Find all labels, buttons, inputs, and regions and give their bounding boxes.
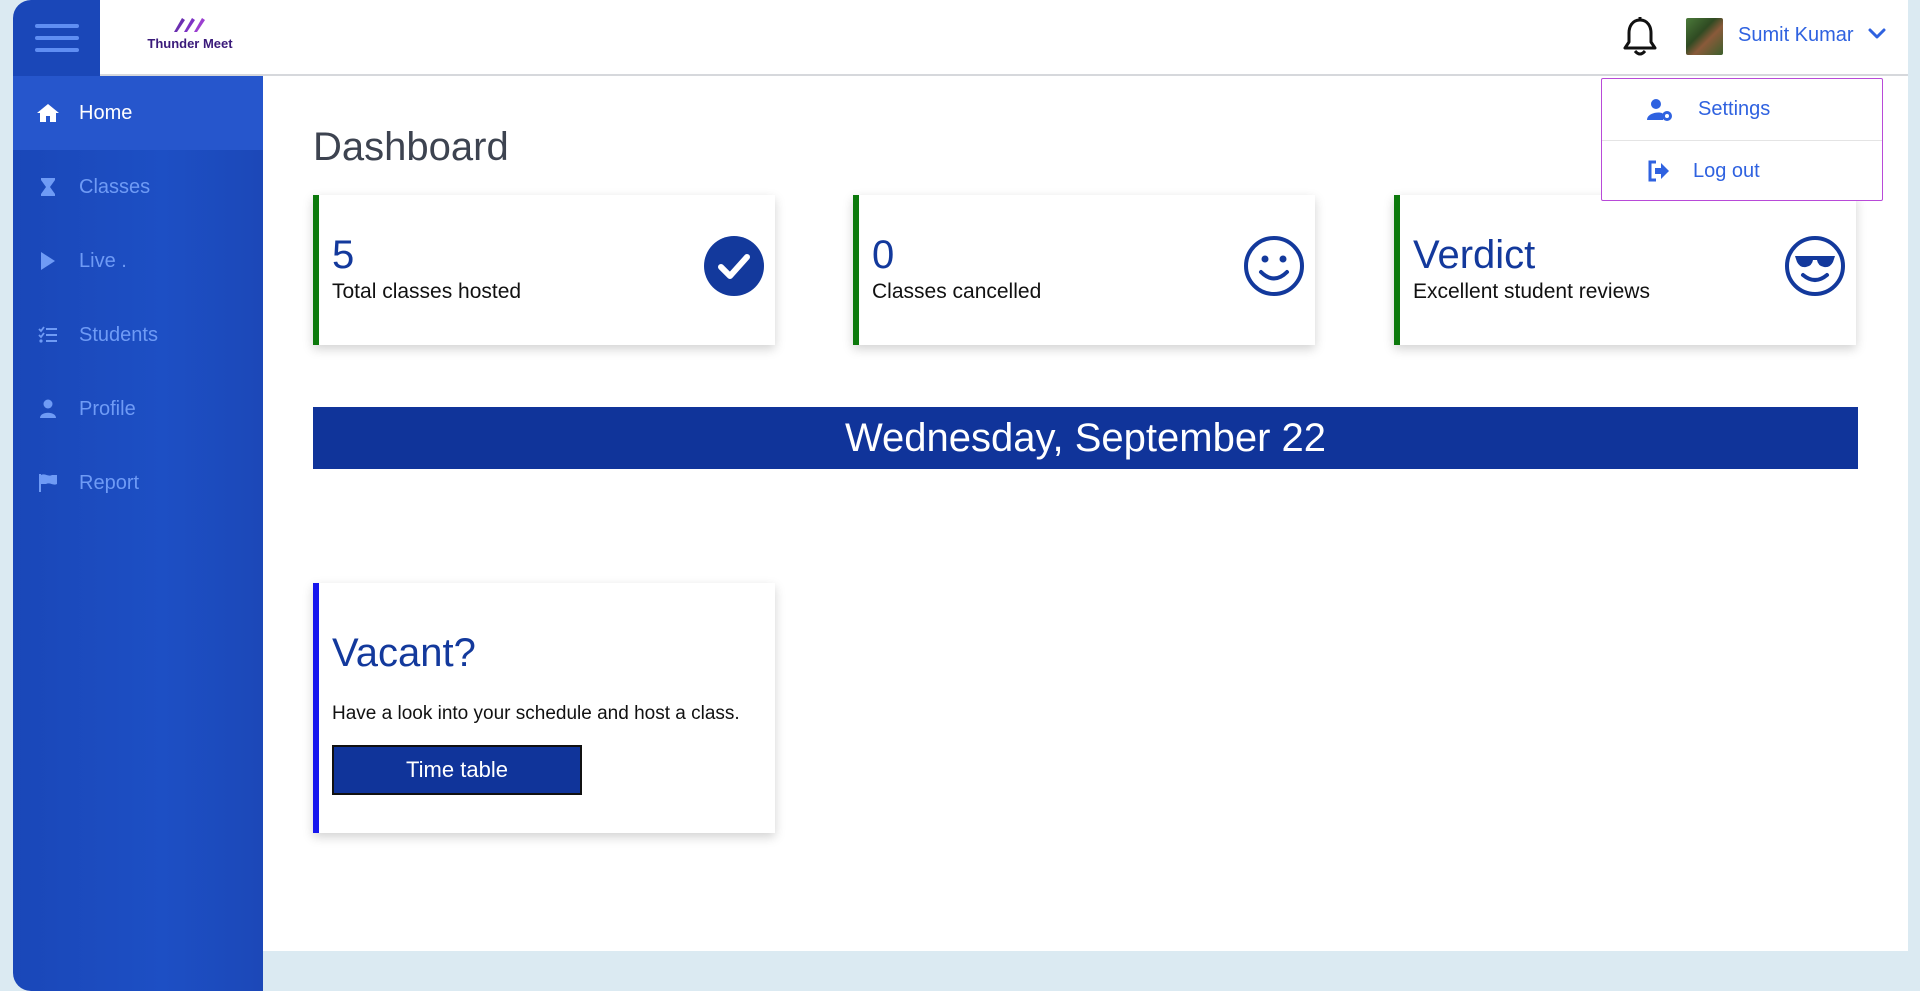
menu-line [34,48,79,52]
stat-value: Verdict [1413,233,1536,277]
main-content: Dashboard 5 Total classes hosted 0 Class… [263,76,1908,951]
sidebar-item-home[interactable]: Home [13,76,263,150]
user-name[interactable]: Sumit Kumar [1738,24,1854,47]
check-circle-icon [703,235,765,297]
dropdown-item-label: Log out [1693,159,1760,182]
sidebar-item-label: Home [79,101,133,124]
home-icon [35,102,61,124]
sidebar-item-classes[interactable]: Classes [13,150,263,224]
avatar[interactable] [1686,18,1723,55]
sidebar-item-label: Report [79,471,140,494]
user-dropdown-menu: Settings Log out [1601,78,1883,201]
user-icon [35,398,61,420]
stat-card-verdict: Verdict Excellent student reviews [1394,195,1856,345]
app-window: Thunder Meet Sumit Kumar Home Classes Li… [13,0,1908,991]
vacant-title: Vacant? [332,631,476,675]
sidebar-item-students[interactable]: Students [13,298,263,372]
sidebar-item-label: Students [79,323,158,346]
list-check-icon [35,324,61,346]
logo-text: Thunder Meet [147,36,233,51]
stat-value: 0 [872,233,895,277]
sidebar: Home Classes Live . Students Profile Rep… [13,76,263,991]
sidebar-item-label: Classes [79,175,151,198]
menu-line [34,24,79,28]
stat-label: Total classes hosted [332,280,522,303]
sidebar-item-label: Live . [79,249,127,272]
menu-line [34,36,79,40]
hamburger-menu-button[interactable] [13,0,100,76]
time-table-button[interactable]: Time table [332,745,582,795]
bell-icon[interactable] [1621,16,1659,58]
smile-sunglasses-icon [1784,235,1846,297]
chevron-down-icon[interactable] [1867,26,1887,42]
stat-label: Classes cancelled [872,280,1042,303]
page-title: Dashboard [313,125,509,169]
smile-icon [1243,235,1305,297]
sidebar-item-label: Profile [79,397,136,420]
stat-label: Excellent student reviews [1413,280,1650,303]
sidebar-item-report[interactable]: Report [13,446,263,520]
dropdown-item-settings[interactable]: Settings [1602,79,1882,140]
top-bar: Thunder Meet Sumit Kumar [13,0,1908,76]
logout-icon [1646,159,1674,183]
date-banner: Wednesday, September 22 [313,407,1858,469]
play-icon [35,250,61,272]
flag-icon [35,472,61,494]
dropdown-item-logout[interactable]: Log out [1602,140,1882,201]
vacant-card: Vacant? Have a look into your schedule a… [313,583,775,833]
logo-mark-icon [174,18,205,32]
vacant-text: Have a look into your schedule and host … [332,703,740,724]
sidebar-item-profile[interactable]: Profile [13,372,263,446]
stat-card-classes-cancelled: 0 Classes cancelled [853,195,1315,345]
hourglass-icon [35,176,61,198]
logo[interactable]: Thunder Meet [125,12,255,62]
bottom-strip [263,951,1908,991]
stat-value: 5 [332,233,355,277]
user-gear-icon [1646,98,1674,122]
stat-card-classes-hosted: 5 Total classes hosted [313,195,775,345]
sidebar-item-live[interactable]: Live . [13,224,263,298]
dropdown-item-label: Settings [1698,98,1771,120]
